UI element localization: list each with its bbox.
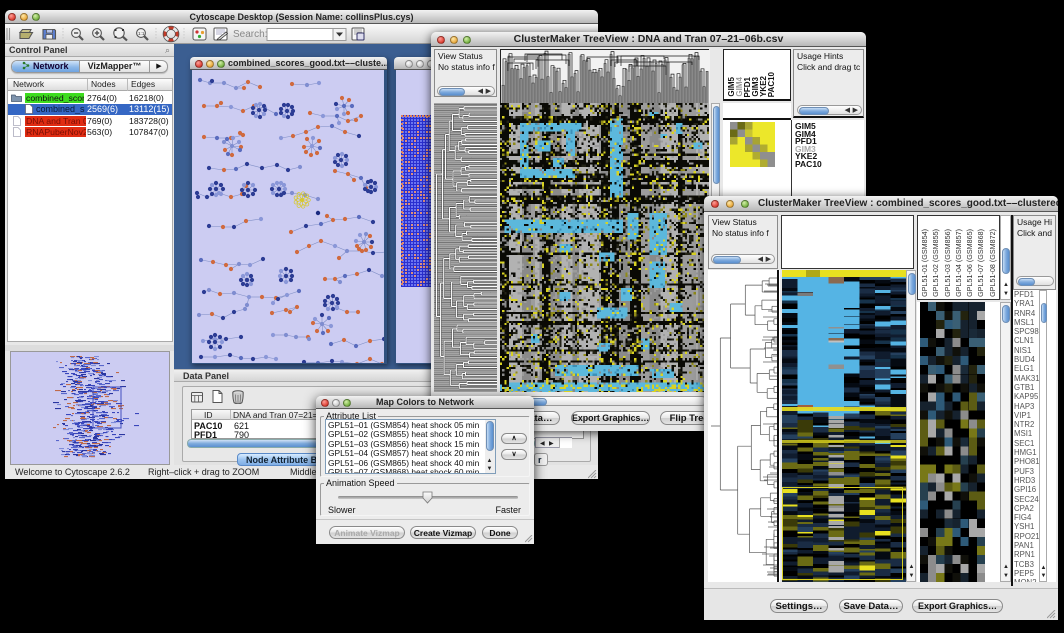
svg-text:Search:: Search: (233, 29, 267, 40)
svg-text:1:1: 1:1 (138, 31, 145, 36)
